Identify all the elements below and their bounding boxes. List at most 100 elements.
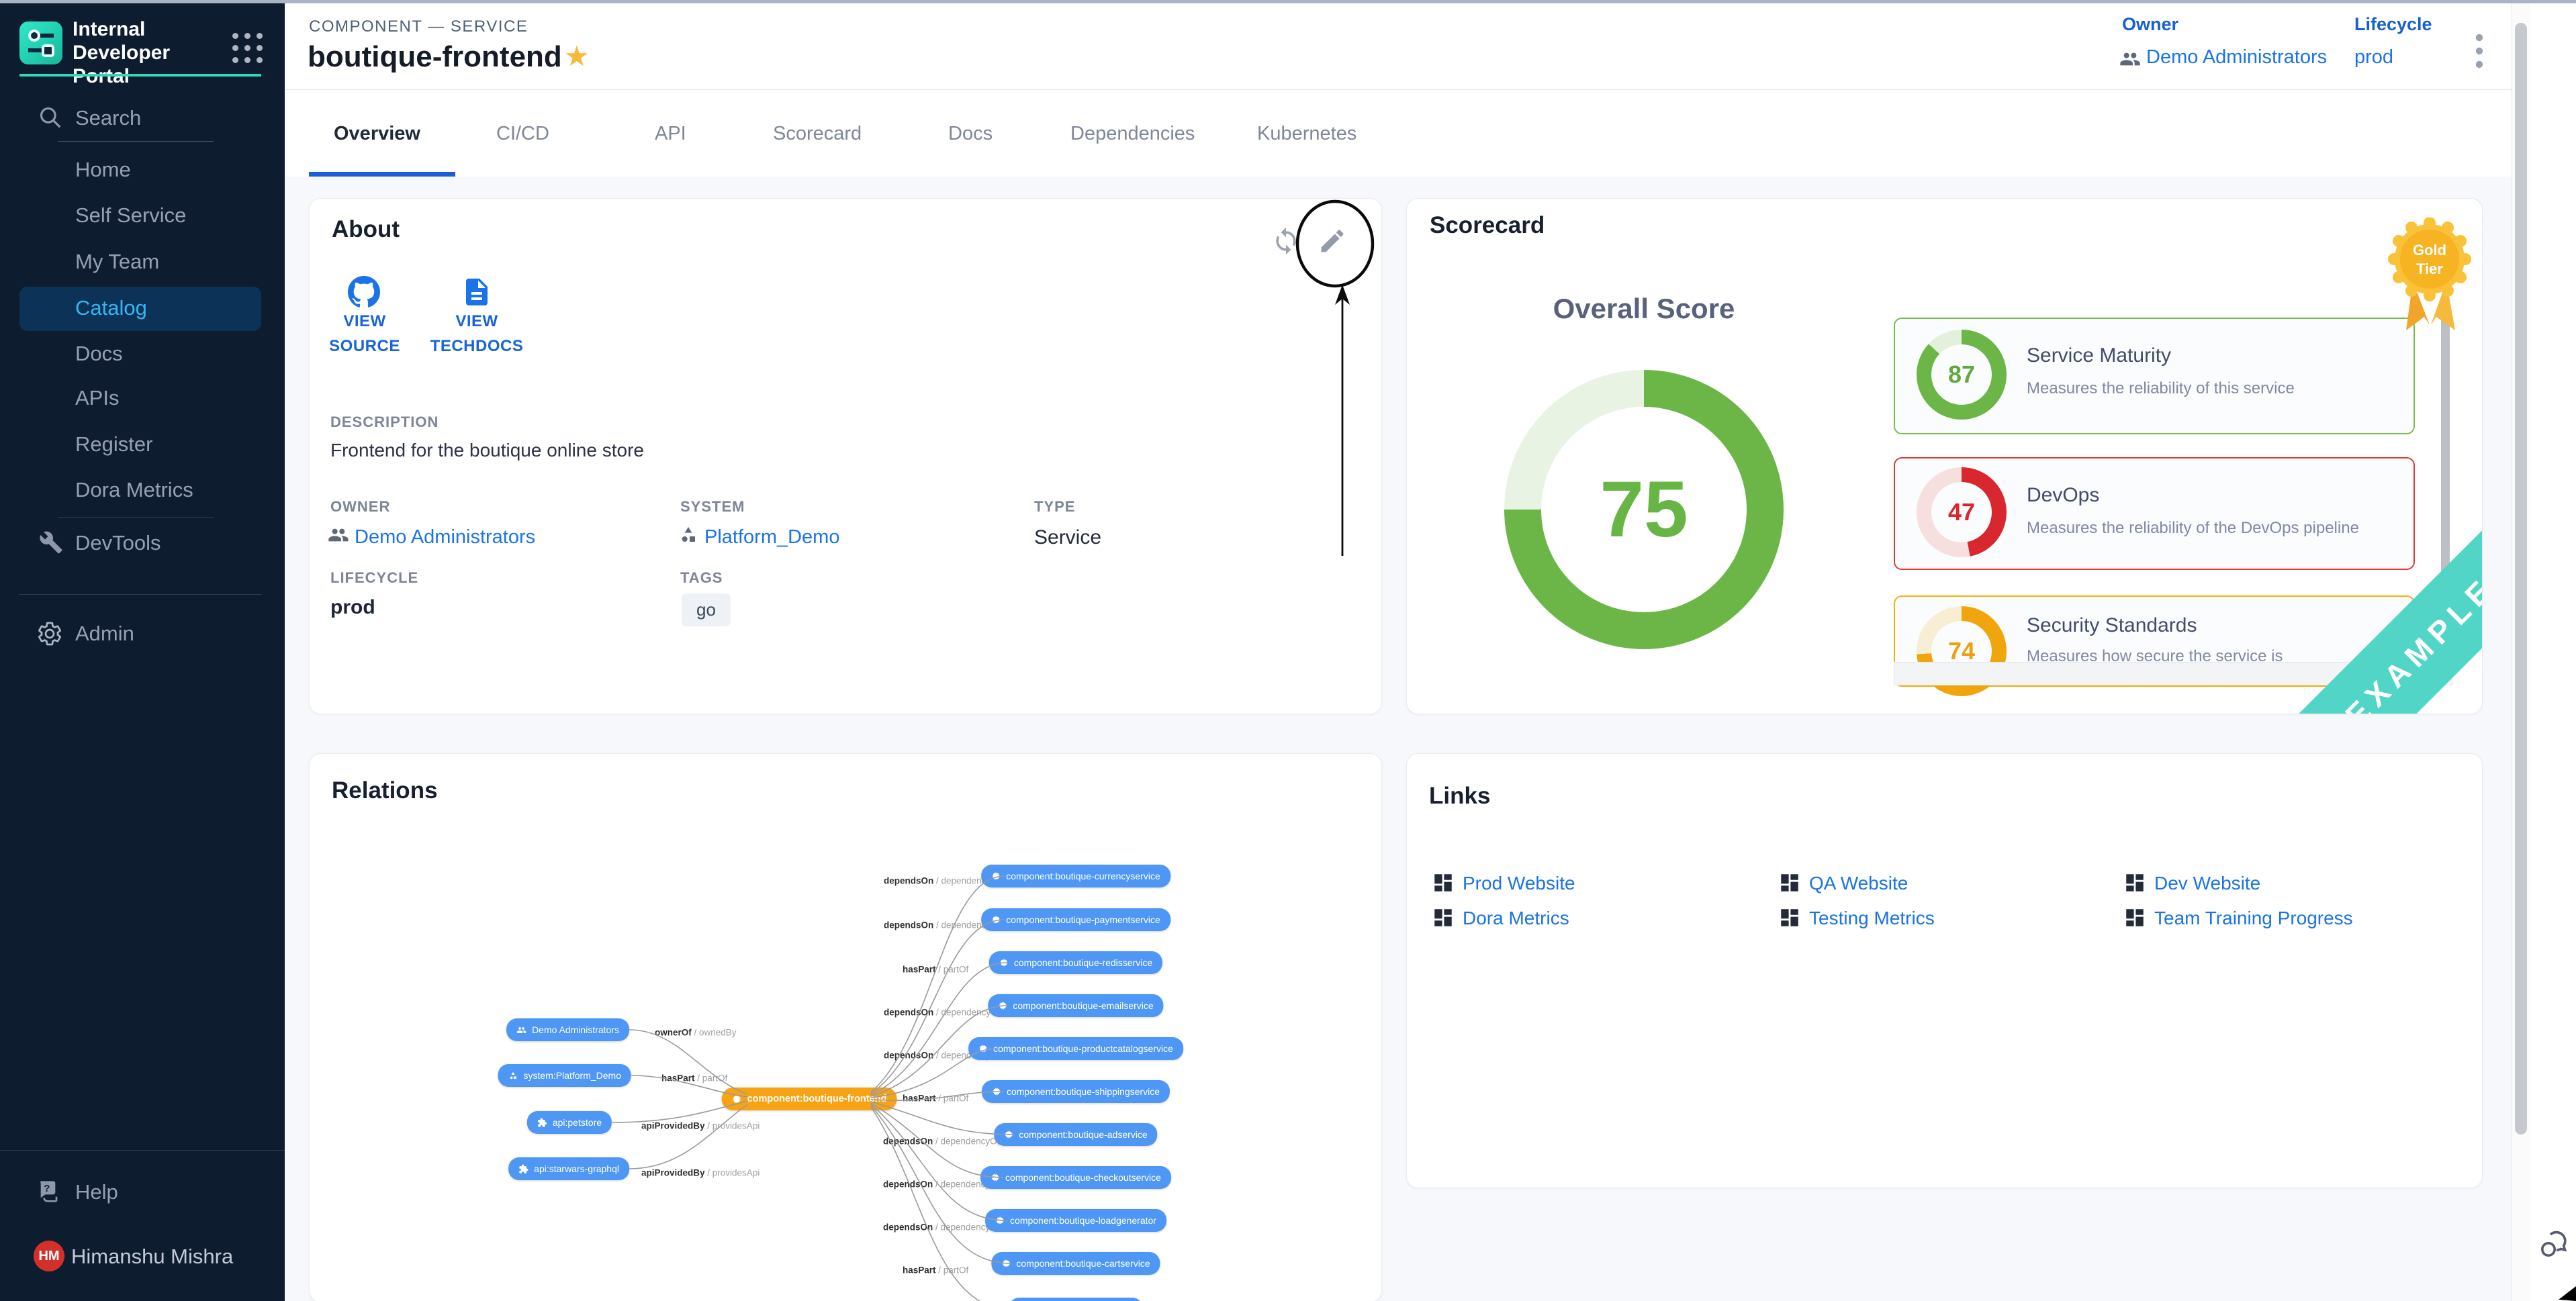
dashboard-icon bbox=[2123, 871, 2146, 894]
sidebar-item-catalog[interactable]: Catalog bbox=[75, 296, 147, 320]
page-title: boutique-frontend bbox=[308, 40, 562, 74]
sidebar-divider bbox=[19, 594, 262, 595]
about-title: About bbox=[332, 216, 400, 243]
apps-grid-icon[interactable] bbox=[229, 30, 265, 66]
description-value: Frontend for the boutique online store bbox=[330, 440, 644, 461]
tab-kubernetes[interactable]: Kubernetes bbox=[1257, 123, 1356, 145]
lifecycle-label: Lifecycle bbox=[2354, 14, 2432, 35]
sidebar-item-apis[interactable]: APIs bbox=[75, 386, 119, 410]
chat-widget-icon[interactable] bbox=[2537, 1227, 2572, 1262]
sidebar-item-help[interactable]: Help bbox=[75, 1180, 118, 1204]
tab-docs[interactable]: Docs bbox=[948, 123, 993, 145]
refresh-icon[interactable] bbox=[1271, 226, 1301, 256]
svg-text:?: ? bbox=[44, 1183, 50, 1194]
owner-label: Owner bbox=[2122, 14, 2178, 35]
sidebar-item-devtools[interactable]: DevTools bbox=[75, 531, 161, 555]
view-source-line1: VIEW bbox=[343, 312, 385, 330]
tab-overview[interactable]: Overview bbox=[334, 123, 420, 145]
people-icon bbox=[328, 524, 349, 546]
techdocs-icon bbox=[461, 276, 493, 308]
view-source-line2: SOURCE bbox=[329, 337, 400, 355]
sidebar-item-dora-metrics[interactable]: Dora Metrics bbox=[75, 478, 193, 502]
service-maturity-donut: 87 bbox=[1917, 330, 2007, 420]
dashboard-icon bbox=[1778, 871, 1801, 894]
right-gutter bbox=[2530, 3, 2576, 1301]
type-field-value: Service bbox=[1034, 526, 1101, 549]
avatar-initials: HM bbox=[38, 1249, 59, 1264]
search-input[interactable]: Search bbox=[75, 106, 141, 130]
overall-score-label: Overall Score bbox=[1476, 293, 1812, 325]
view-source-button[interactable]: VIEW SOURCE bbox=[308, 309, 422, 358]
system-field-link[interactable]: Platform_Demo bbox=[704, 526, 839, 548]
tabs-bar bbox=[285, 90, 2512, 177]
help-icon: ? bbox=[36, 1179, 63, 1206]
page-scrollbar-thumb[interactable] bbox=[2515, 23, 2527, 1135]
sidebar-item-docs[interactable]: Docs bbox=[75, 342, 123, 366]
gold-tier-badge: Gold Tier bbox=[2376, 218, 2483, 335]
links-title: Links bbox=[1429, 783, 1490, 810]
avatar[interactable]: HM bbox=[34, 1241, 64, 1271]
people-icon bbox=[2119, 48, 2141, 70]
link-qa-website[interactable]: QA Website bbox=[1809, 873, 1908, 894]
tab-api[interactable]: API bbox=[655, 123, 686, 145]
search-icon bbox=[38, 105, 63, 130]
type-field-label: TYPE bbox=[1034, 498, 1075, 516]
tab-dependencies[interactable]: Dependencies bbox=[1070, 123, 1195, 145]
dashboard-icon bbox=[2123, 906, 2146, 929]
sidebar-item-admin[interactable]: Admin bbox=[75, 622, 134, 646]
scorecard-item-name: Service Maturity bbox=[2027, 344, 2171, 367]
scorecard-item-desc: Measures the reliability of the DevOps p… bbox=[2027, 519, 2359, 538]
brand-logo[interactable] bbox=[19, 21, 62, 64]
sidebar-item-home[interactable]: Home bbox=[75, 158, 131, 182]
scorecard-card: Scorecard Overall Score 75 87 Service Ma… bbox=[1406, 198, 2483, 714]
scorecard-title: Scorecard bbox=[1430, 212, 1545, 239]
breadcrumb: COMPONENT — SERVICE bbox=[309, 17, 528, 36]
user-name[interactable]: Himanshu Mishra bbox=[71, 1245, 233, 1269]
system-field-label: SYSTEM bbox=[680, 498, 745, 516]
tab-scorecard[interactable]: Scorecard bbox=[773, 123, 862, 145]
kebab-menu-icon[interactable] bbox=[2466, 30, 2493, 73]
owner-field-link[interactable]: Demo Administrators bbox=[355, 526, 535, 548]
tag-chip[interactable]: go bbox=[682, 593, 731, 626]
dashboard-icon bbox=[1432, 871, 1455, 894]
wrench-icon bbox=[39, 530, 63, 555]
search-underline bbox=[58, 141, 214, 142]
badge-line2: Tier bbox=[2416, 260, 2443, 277]
lifecycle-field-label: LIFECYCLE bbox=[330, 569, 418, 587]
description-label: DESCRIPTION bbox=[330, 414, 439, 431]
scorecard-item-name: DevOps bbox=[2027, 484, 2099, 507]
link-dev-website[interactable]: Dev Website bbox=[2154, 873, 2260, 894]
sidebar-item-my-team[interactable]: My Team bbox=[75, 250, 159, 274]
link-team-training-progress[interactable]: Team Training Progress bbox=[2154, 908, 2353, 929]
owner-link[interactable]: Demo Administrators bbox=[2146, 46, 2327, 68]
brand-logo-icon bbox=[19, 21, 62, 64]
link-dora-metrics[interactable]: Dora Metrics bbox=[1463, 908, 1569, 929]
link-prod-website[interactable]: Prod Website bbox=[1463, 873, 1575, 894]
owner-field-label: OWNER bbox=[330, 498, 390, 516]
dashboard-icon bbox=[1778, 906, 1801, 929]
devops-donut: 47 bbox=[1917, 467, 2007, 557]
overall-score-value: 75 bbox=[1504, 370, 1784, 649]
sidebar-item-register[interactable]: Register bbox=[75, 432, 152, 456]
brand-divider bbox=[19, 74, 261, 77]
active-tab-indicator bbox=[309, 172, 455, 177]
sidebar: Internal Developer Portal Search Home Se… bbox=[0, 0, 285, 1301]
lifecycle-field-value: prod bbox=[330, 596, 375, 619]
tags-field-label: TAGS bbox=[680, 569, 723, 587]
favorite-star-icon[interactable]: ★ bbox=[564, 42, 590, 71]
tab-cicd[interactable]: CI/CD bbox=[496, 123, 549, 145]
badge-line1: Gold bbox=[2413, 242, 2446, 258]
devops-score: 47 bbox=[1917, 467, 2007, 557]
window-top-strip bbox=[0, 0, 2576, 3]
edit-pencil-icon[interactable] bbox=[1318, 226, 1347, 256]
scorecard-item-name: Security Standards bbox=[2027, 614, 2197, 637]
github-icon bbox=[348, 276, 380, 308]
sidebar-item-self-service[interactable]: Self Service bbox=[75, 203, 186, 228]
scorecard-item-desc: Measures the reliability of this service bbox=[2027, 379, 2295, 398]
view-techdocs-line2: TECHDOCS bbox=[430, 337, 524, 355]
view-techdocs-button[interactable]: VIEW TECHDOCS bbox=[420, 309, 534, 358]
lifecycle-value: prod bbox=[2354, 46, 2393, 68]
service-maturity-score: 87 bbox=[1917, 330, 2007, 420]
link-testing-metrics[interactable]: Testing Metrics bbox=[1809, 908, 1935, 929]
relations-graph-edges bbox=[309, 753, 1381, 1301]
